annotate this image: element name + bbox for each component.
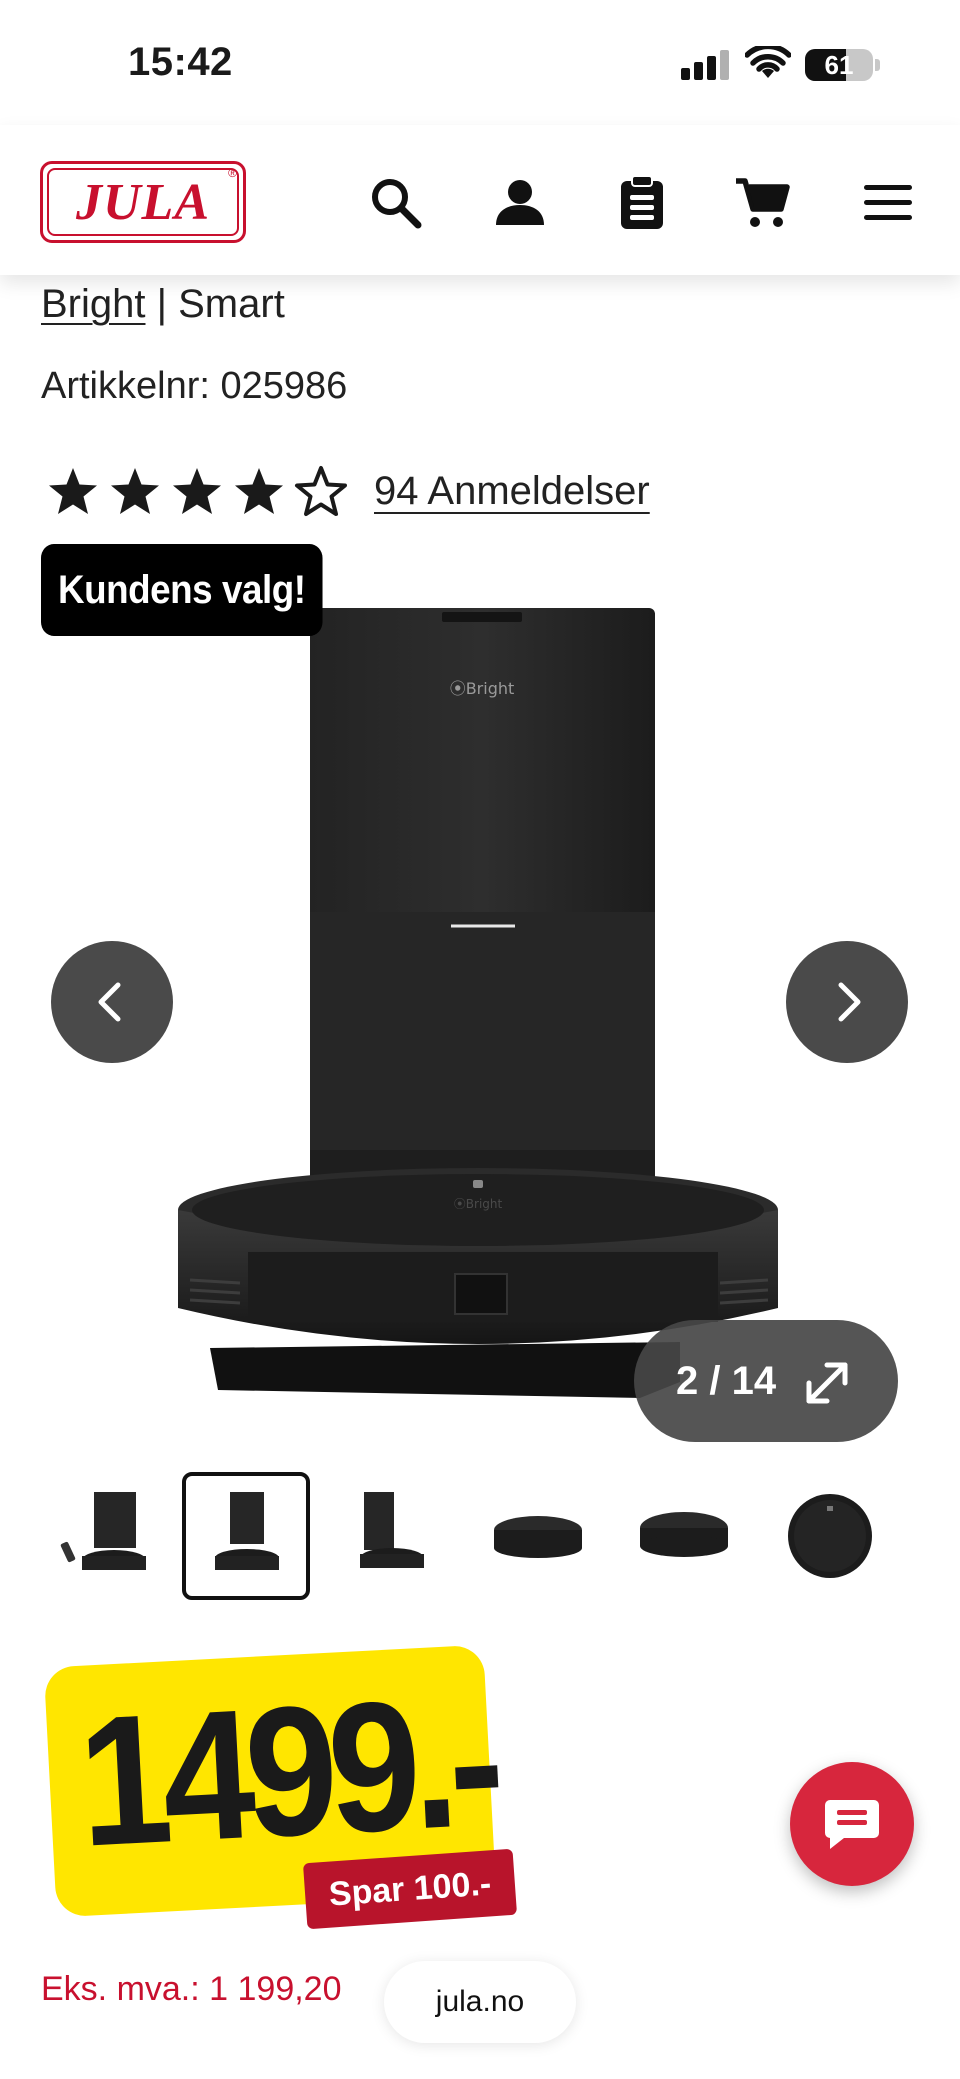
chat-button[interactable] xyxy=(790,1762,914,1886)
shopping-list-icon[interactable] xyxy=(614,175,670,231)
next-image-button[interactable] xyxy=(786,941,908,1063)
price-ex-vat: Eks. mva.: 1 199,20 xyxy=(41,1970,342,2008)
savings-tag: Spar 100.- xyxy=(302,1848,518,1930)
chevron-right-icon xyxy=(838,982,861,1022)
jula-logo[interactable]: JULA ® xyxy=(40,161,246,243)
thumbnail-image xyxy=(494,1516,582,1558)
thumbnail-6[interactable] xyxy=(766,1472,894,1600)
thumbnail-4[interactable] xyxy=(474,1472,602,1600)
article-number: Artikkelnr: 025986 xyxy=(41,365,348,407)
logo-text: JULA xyxy=(47,168,239,236)
expand-icon xyxy=(806,1362,848,1404)
thumbnail-2[interactable] xyxy=(182,1472,310,1600)
image-counter: 2 / 14 xyxy=(676,1359,777,1403)
star-filled-icon xyxy=(49,468,97,514)
thumbnail-image xyxy=(360,1492,424,1568)
cart-icon[interactable] xyxy=(734,175,790,231)
star-filled-icon xyxy=(173,468,221,514)
brand-line: Bright | Smart xyxy=(41,282,285,327)
thumbnail-image xyxy=(640,1512,728,1557)
svg-text:⦿Bright: ⦿Bright xyxy=(454,1197,503,1211)
account-icon[interactable] xyxy=(492,175,548,231)
thumbnail-image xyxy=(60,1492,146,1570)
thumbnail-1[interactable] xyxy=(42,1472,170,1600)
star-filled-icon xyxy=(111,468,159,514)
signal-icon xyxy=(681,50,731,80)
reviews-link[interactable]: 94 Anmeldelser xyxy=(374,469,650,514)
thumbnail-image xyxy=(215,1492,279,1570)
thumbnail-image xyxy=(788,1494,872,1578)
rating-stars[interactable] xyxy=(46,465,348,517)
battery-icon: 61 xyxy=(805,49,873,81)
status-bar: 15:42 61 xyxy=(0,0,960,125)
price: 1499.- xyxy=(74,1657,500,1885)
chat-icon xyxy=(825,1800,879,1849)
site-header: JULA ® xyxy=(0,125,960,275)
thumbnail-5[interactable] xyxy=(620,1472,748,1600)
previous-image-button[interactable] xyxy=(51,941,173,1063)
browser-url-bar[interactable]: jula.no xyxy=(384,1961,576,2043)
thumbnail-strip xyxy=(42,1472,922,1600)
customer-choice-badge: Kundens valg! xyxy=(41,544,323,636)
product-category: Smart xyxy=(178,282,285,326)
image-counter-fullscreen[interactable]: 2 / 14 xyxy=(634,1320,898,1442)
brand-link[interactable]: Bright xyxy=(41,282,146,326)
chevron-left-icon xyxy=(98,982,121,1022)
status-time: 15:42 xyxy=(128,40,233,84)
star-filled-icon xyxy=(235,468,283,514)
svg-text:⦿Bright: ⦿Bright xyxy=(450,679,515,698)
product-image[interactable]: ⦿Bright ⦿Bright xyxy=(160,590,800,1420)
brand-separator: | xyxy=(145,282,179,326)
wifi-icon xyxy=(745,46,791,78)
registered-mark-icon: ® xyxy=(228,166,237,180)
thumbnail-3[interactable] xyxy=(328,1472,456,1600)
rating-row: 94 Anmeldelser xyxy=(46,465,650,517)
menu-icon[interactable] xyxy=(860,175,916,231)
star-outline-icon xyxy=(295,466,347,516)
battery-level: 61 xyxy=(824,50,854,80)
battery-tip xyxy=(875,59,880,71)
search-icon[interactable] xyxy=(368,175,424,231)
